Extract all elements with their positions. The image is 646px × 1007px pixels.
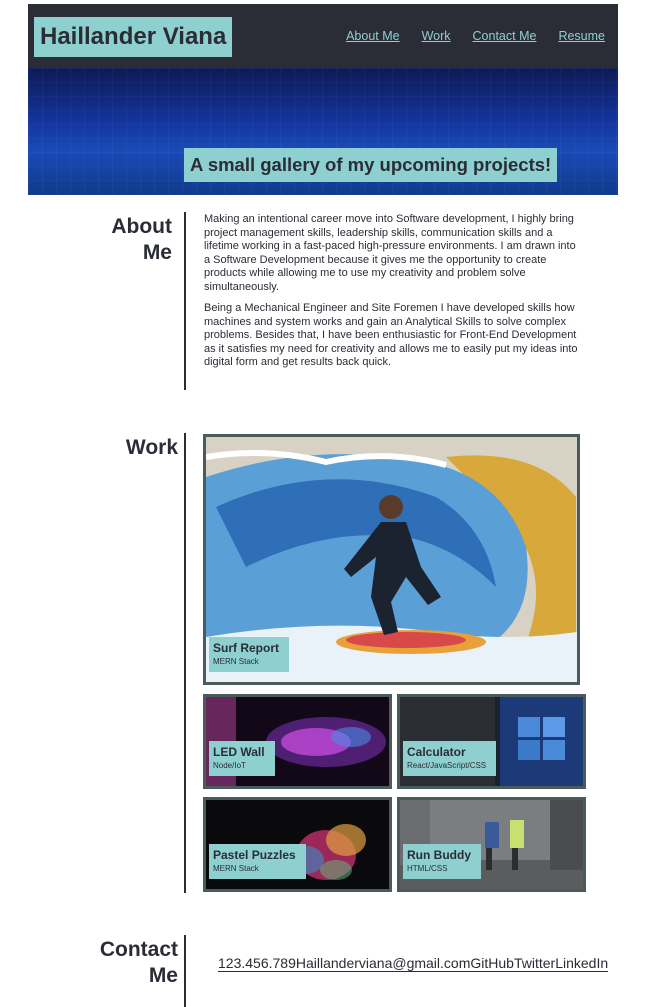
- project-title: Run Buddy: [407, 848, 471, 862]
- contact-heading: Contact Me: [70, 937, 178, 989]
- about-heading-line2: Me: [142, 241, 172, 264]
- project-stack: MERN Stack: [213, 864, 259, 873]
- contact-phone[interactable]: 123.456.789: [218, 955, 296, 971]
- site-header: Haillander Viana About Me Work Contact M…: [28, 4, 618, 68]
- project-title: Calculator: [407, 745, 466, 759]
- about-divider: [184, 212, 186, 390]
- about-heading-line1: About: [111, 215, 172, 238]
- project-card-led-wall[interactable]: LED Wall Node/IoT: [203, 694, 392, 789]
- project-title: Surf Report: [213, 641, 279, 655]
- project-stack: HTML/CSS: [407, 864, 448, 873]
- contact-links: 123.456.789Haillanderviana@gmail.comGitH…: [218, 955, 609, 972]
- about-content: Making an intentional career move into S…: [204, 213, 584, 370]
- contact-twitter-link[interactable]: Twitter: [514, 955, 555, 971]
- nav-link-contact[interactable]: Contact Me: [473, 29, 537, 43]
- project-card-pastel-puzzles[interactable]: Pastel Puzzles MERN Stack: [203, 797, 392, 892]
- project-label: Calculator React/JavaScript/CSS: [403, 741, 497, 776]
- about-heading: About Me: [80, 214, 172, 266]
- project-label: Run Buddy HTML/CSS: [403, 844, 481, 879]
- project-label: LED Wall Node/IoT: [209, 741, 275, 776]
- nav-link-about[interactable]: About Me: [346, 29, 400, 43]
- contact-heading-line2: Me: [148, 964, 178, 987]
- contact-github-link[interactable]: GitHub: [470, 955, 514, 971]
- hero-banner-image: A small gallery of my upcoming projects!: [28, 68, 618, 195]
- nav-link-resume[interactable]: Resume: [558, 29, 605, 43]
- nav-link-work[interactable]: Work: [422, 29, 451, 43]
- contact-heading-line1: Contact: [99, 938, 178, 961]
- site-brand[interactable]: Haillander Viana: [34, 17, 233, 57]
- project-label: Pastel Puzzles MERN Stack: [209, 844, 306, 879]
- project-title: Pastel Puzzles: [213, 848, 296, 862]
- main-nav: About Me Work Contact Me Resume: [346, 29, 605, 43]
- project-card-calculator[interactable]: Calculator React/JavaScript/CSS: [397, 694, 586, 789]
- about-paragraph-2: Being a Mechanical Engineer and Site For…: [204, 302, 578, 368]
- about-paragraph-1: Making an intentional career move into S…: [204, 213, 576, 293]
- work-divider: [184, 433, 186, 893]
- contact-linkedin-link[interactable]: LinkedIn: [555, 955, 608, 971]
- project-label: Surf Report MERN Stack: [209, 637, 289, 672]
- project-title: LED Wall: [213, 745, 265, 759]
- hero-tagline: A small gallery of my upcoming projects!: [184, 148, 558, 182]
- project-card-surf-report[interactable]: Surf Report MERN Stack: [203, 434, 580, 685]
- project-stack: MERN Stack: [213, 657, 259, 666]
- work-heading: Work: [125, 436, 178, 459]
- contact-divider: [184, 935, 186, 1007]
- project-stack: React/JavaScript/CSS: [407, 761, 487, 770]
- project-card-run-buddy[interactable]: Run Buddy HTML/CSS: [397, 797, 586, 892]
- project-stack: Node/IoT: [213, 761, 246, 770]
- contact-email[interactable]: Haillanderviana@gmail.com: [296, 955, 471, 971]
